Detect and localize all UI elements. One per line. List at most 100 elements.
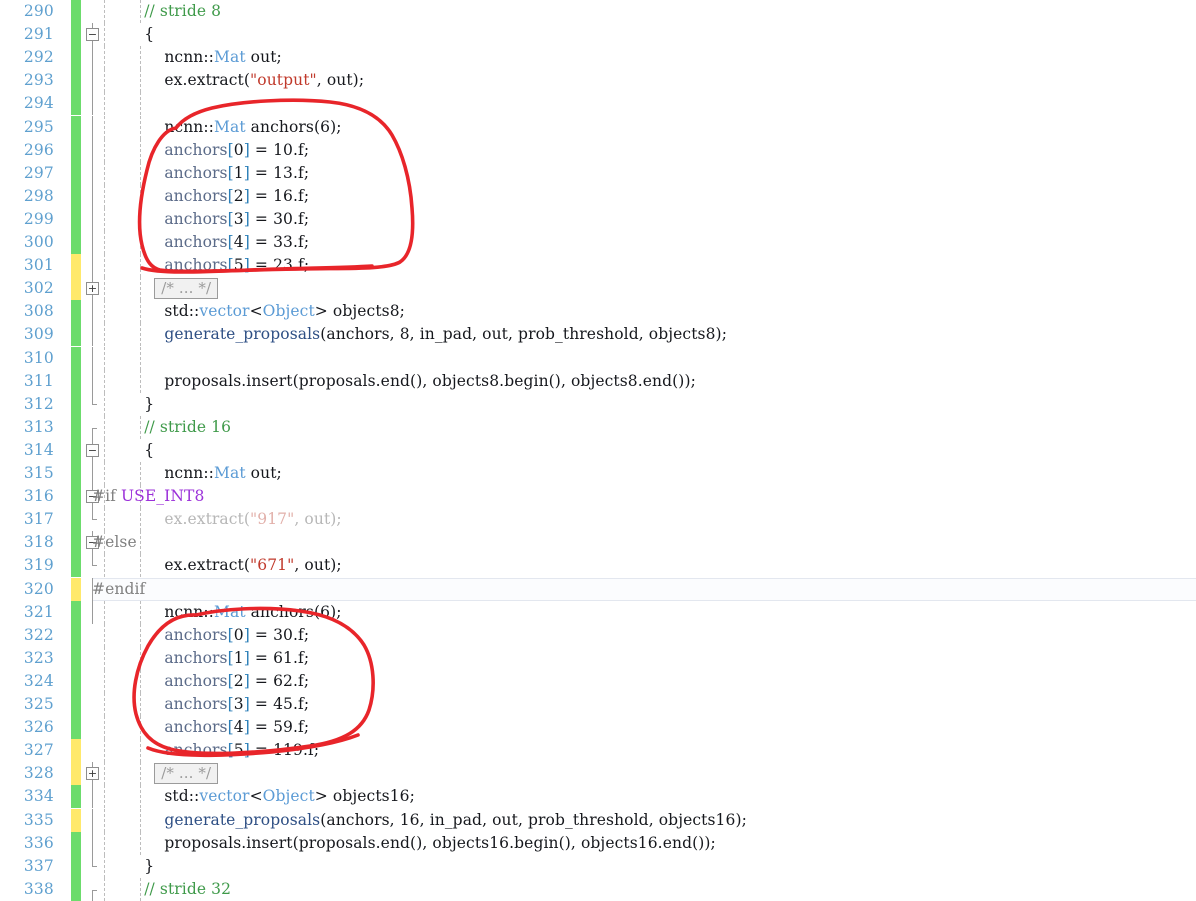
line-number[interactable]: 334 xyxy=(0,785,54,808)
code-text[interactable]: anchors[3] = 30.f; xyxy=(104,208,309,231)
code-text[interactable]: #else xyxy=(92,531,137,554)
vcs-change-marker[interactable] xyxy=(71,415,81,439)
line-number[interactable]: 326 xyxy=(0,716,54,739)
fold-gutter[interactable] xyxy=(84,254,102,278)
code-text[interactable]: // stride 8 xyxy=(104,0,221,23)
vcs-change-marker[interactable] xyxy=(71,115,81,139)
line-number[interactable]: 314 xyxy=(0,439,54,462)
vcs-change-marker[interactable] xyxy=(71,785,81,809)
code-line[interactable]: 316− #if USE_INT8 xyxy=(0,485,1196,509)
fold-gutter[interactable] xyxy=(84,46,102,70)
line-number[interactable]: 309 xyxy=(0,323,54,346)
fold-gutter[interactable] xyxy=(84,161,102,185)
code-text[interactable]: anchors[1] = 13.f; xyxy=(104,162,309,185)
vcs-change-marker[interactable] xyxy=(71,231,81,255)
line-number[interactable]: 291 xyxy=(0,23,54,46)
vcs-change-marker[interactable] xyxy=(71,346,81,370)
code-text[interactable]: anchors[4] = 59.f; xyxy=(104,716,309,739)
line-number[interactable]: 310 xyxy=(0,347,54,370)
code-line[interactable]: 298 anchors[2] = 16.f; xyxy=(0,184,1196,208)
vcs-change-marker[interactable] xyxy=(71,531,81,555)
code-text[interactable]: ex.extract("671", out); xyxy=(104,554,342,577)
vcs-change-marker[interactable] xyxy=(71,369,81,393)
line-number[interactable]: 324 xyxy=(0,670,54,693)
line-number[interactable]: 319 xyxy=(0,554,54,577)
vcs-change-marker[interactable] xyxy=(71,716,81,740)
vcs-change-marker[interactable] xyxy=(71,669,81,693)
fold-gutter[interactable] xyxy=(84,231,102,255)
code-text[interactable]: { xyxy=(104,439,154,462)
line-number[interactable]: 322 xyxy=(0,624,54,647)
fold-gutter[interactable] xyxy=(84,600,102,624)
fold-gutter[interactable] xyxy=(84,831,102,855)
fold-gutter[interactable] xyxy=(84,207,102,231)
code-line[interactable]: 337 } xyxy=(0,854,1196,878)
code-text[interactable]: // stride 32 xyxy=(104,878,231,901)
code-line[interactable]: 328 + /* ... */ xyxy=(0,762,1196,786)
fold-gutter[interactable]: + xyxy=(84,277,102,301)
line-number[interactable]: 337 xyxy=(0,855,54,878)
code-line[interactable]: 334 std::vector<Object> objects16; xyxy=(0,785,1196,809)
line-number[interactable]: 311 xyxy=(0,370,54,393)
fold-collapse-icon[interactable]: − xyxy=(86,443,99,457)
code-text[interactable]: anchors[5] = 23.f; xyxy=(104,254,309,277)
fold-gutter[interactable] xyxy=(84,92,102,116)
code-text[interactable]: ex.extract("917", out); xyxy=(104,508,342,531)
code-line[interactable]: 290 // stride 8 xyxy=(0,0,1196,24)
line-number[interactable]: 294 xyxy=(0,92,54,115)
fold-gutter[interactable] xyxy=(84,808,102,832)
code-text[interactable]: anchors[0] = 10.f; xyxy=(104,139,309,162)
code-line[interactable]: 297 anchors[1] = 13.f; xyxy=(0,161,1196,185)
fold-gutter[interactable] xyxy=(84,693,102,716)
vcs-change-marker[interactable] xyxy=(71,438,81,462)
code-line[interactable]: 318− #else xyxy=(0,531,1196,555)
code-text[interactable]: anchors[4] = 33.f; xyxy=(104,231,309,254)
code-text[interactable]: ex.extract("output", out); xyxy=(104,69,364,92)
line-number[interactable]: 290 xyxy=(0,0,54,23)
fold-gutter[interactable] xyxy=(84,716,102,739)
line-number[interactable]: 295 xyxy=(0,116,54,139)
code-editor[interactable]: 290 // stride 8 291− {292 ncnn::Mat out; 2… xyxy=(0,0,1196,901)
code-text[interactable]: #endif xyxy=(92,578,145,601)
code-line[interactable]: 320 #endif xyxy=(0,577,1196,601)
code-line[interactable]: 296 anchors[0] = 10.f; xyxy=(0,138,1196,162)
code-text[interactable]: ncnn::Mat anchors(6); xyxy=(104,601,342,624)
line-number[interactable]: 315 xyxy=(0,462,54,485)
code-text[interactable]: #if USE_INT8 xyxy=(92,485,204,508)
code-line[interactable]: 323 anchors[1] = 61.f; xyxy=(0,646,1196,670)
vcs-change-marker[interactable] xyxy=(71,508,81,532)
vcs-change-marker[interactable] xyxy=(71,254,81,278)
fold-gutter[interactable] xyxy=(84,854,102,878)
fold-gutter[interactable] xyxy=(84,346,102,370)
vcs-change-marker[interactable] xyxy=(71,646,81,670)
vcs-change-marker[interactable] xyxy=(71,739,81,763)
code-line[interactable]: 308 std::vector<Object> objects8; xyxy=(0,300,1196,324)
collapsed-fold-placeholder[interactable]: /* ... */ xyxy=(154,762,219,784)
fold-gutter[interactable] xyxy=(84,0,102,23)
code-line[interactable]: 338 // stride 32 xyxy=(0,877,1196,901)
code-text[interactable]: anchors[2] = 16.f; xyxy=(104,185,309,208)
line-number[interactable]: 318 xyxy=(0,531,54,554)
code-line[interactable]: 326 anchors[4] = 59.f; xyxy=(0,716,1196,740)
fold-gutter[interactable] xyxy=(84,554,102,577)
code-line[interactable]: 314 − { xyxy=(0,438,1196,462)
collapsed-fold-placeholder[interactable]: /* ... */ xyxy=(154,277,219,299)
code-line[interactable]: 315 ncnn::Mat out; xyxy=(0,462,1196,486)
vcs-change-marker[interactable] xyxy=(71,854,81,878)
fold-gutter[interactable] xyxy=(84,785,102,809)
code-line[interactable]: 302 + /* ... */ xyxy=(0,277,1196,301)
line-number[interactable]: 316 xyxy=(0,485,54,508)
code-line[interactable]: 319 ex.extract("671", out); xyxy=(0,554,1196,578)
line-number[interactable]: 312 xyxy=(0,393,54,416)
fold-gutter[interactable] xyxy=(84,462,102,486)
fold-gutter[interactable] xyxy=(84,69,102,93)
code-line[interactable]: 327 anchors[5] = 119.f; xyxy=(0,739,1196,763)
code-text[interactable]: generate_proposals(anchors, 8, in_pad, o… xyxy=(104,323,727,346)
fold-expand-icon[interactable]: + xyxy=(86,282,99,296)
code-text[interactable]: proposals.insert(proposals.end(), object… xyxy=(104,370,696,393)
line-number[interactable]: 298 xyxy=(0,185,54,208)
line-number[interactable]: 299 xyxy=(0,208,54,231)
fold-gutter[interactable] xyxy=(84,647,102,670)
vcs-change-marker[interactable] xyxy=(71,138,81,162)
fold-expand-icon[interactable]: + xyxy=(86,767,99,781)
